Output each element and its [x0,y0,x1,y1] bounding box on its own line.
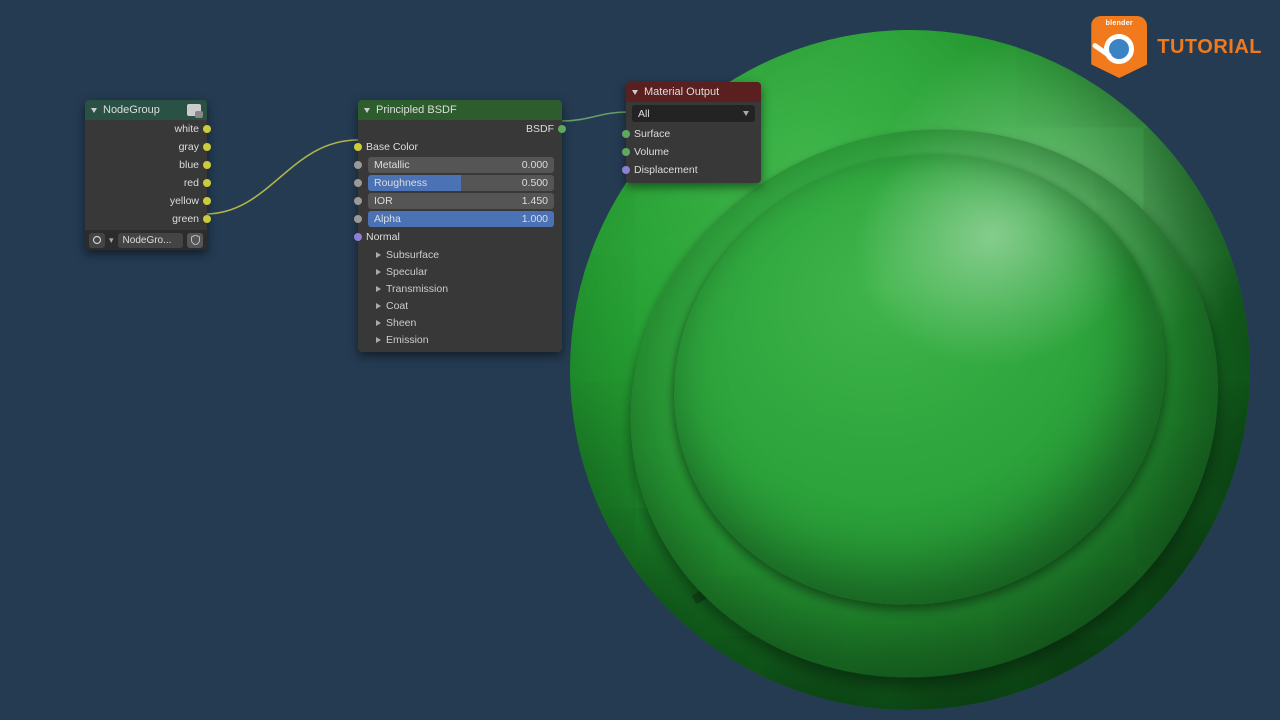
section-specular[interactable]: Specular [358,263,562,280]
chevron-down-icon [743,111,749,116]
input-volume[interactable]: Volume [626,143,761,161]
node-material-output[interactable]: Material Output All Surface Volume Displ… [626,82,761,183]
tutorial-label: TUTORIAL [1157,36,1262,59]
tutorial-badge: blender TUTORIAL [1091,16,1262,78]
output-red[interactable]: red [85,174,207,192]
blender-logo: blender [1091,16,1147,78]
nodegroup-name-field[interactable]: NodeGro... [118,233,183,248]
output-blue[interactable]: blue [85,156,207,174]
input-normal[interactable]: Normal [358,228,562,246]
ior-slider[interactable]: IOR1.450 [368,193,554,209]
node-header[interactable]: Principled BSDF [358,100,562,120]
roughness-slider[interactable]: Roughness0.500 [368,175,554,191]
input-ior[interactable]: IOR1.450 [358,192,562,210]
input-displacement[interactable]: Displacement [626,161,761,179]
section-transmission[interactable]: Transmission [358,280,562,297]
section-subsurface[interactable]: Subsurface [358,246,562,263]
input-metallic[interactable]: Metallic0.000 [358,156,562,174]
node-principled-bsdf[interactable]: Principled BSDF BSDF Base Color Metallic… [358,100,562,352]
target-dropdown[interactable]: All [632,105,755,122]
nodegroup-edit-icon[interactable] [187,104,201,116]
section-emission[interactable]: Emission [358,331,562,348]
node-header[interactable]: NodeGroup [85,100,207,120]
alpha-slider[interactable]: Alpha1.000 [368,211,554,227]
shield-icon[interactable] [187,233,203,248]
metallic-slider[interactable]: Metallic0.000 [368,157,554,173]
collapse-icon[interactable] [632,90,638,95]
collapse-icon[interactable] [91,108,97,113]
output-gray[interactable]: gray [85,138,207,156]
node-title: Principled BSDF [376,104,457,116]
node-nodegroup[interactable]: NodeGroup white gray blue red yellow gre… [85,100,207,250]
output-bsdf[interactable]: BSDF [358,120,562,138]
node-title: NodeGroup [103,104,160,116]
browse-nodegroup-icon[interactable] [89,233,105,248]
node-title: Material Output [644,86,719,98]
section-coat[interactable]: Coat [358,297,562,314]
section-sheen[interactable]: Sheen [358,314,562,331]
nodegroup-picker[interactable]: ▾ NodeGro... [85,230,207,250]
node-header[interactable]: Material Output [626,82,761,102]
input-base-color[interactable]: Base Color [358,138,562,156]
output-yellow[interactable]: yellow [85,192,207,210]
input-surface[interactable]: Surface [626,125,761,143]
input-roughness[interactable]: Roughness0.500 [358,174,562,192]
output-green[interactable]: green [85,210,207,228]
input-alpha[interactable]: Alpha1.000 [358,210,562,228]
collapse-icon[interactable] [364,108,370,113]
output-white[interactable]: white [85,120,207,138]
